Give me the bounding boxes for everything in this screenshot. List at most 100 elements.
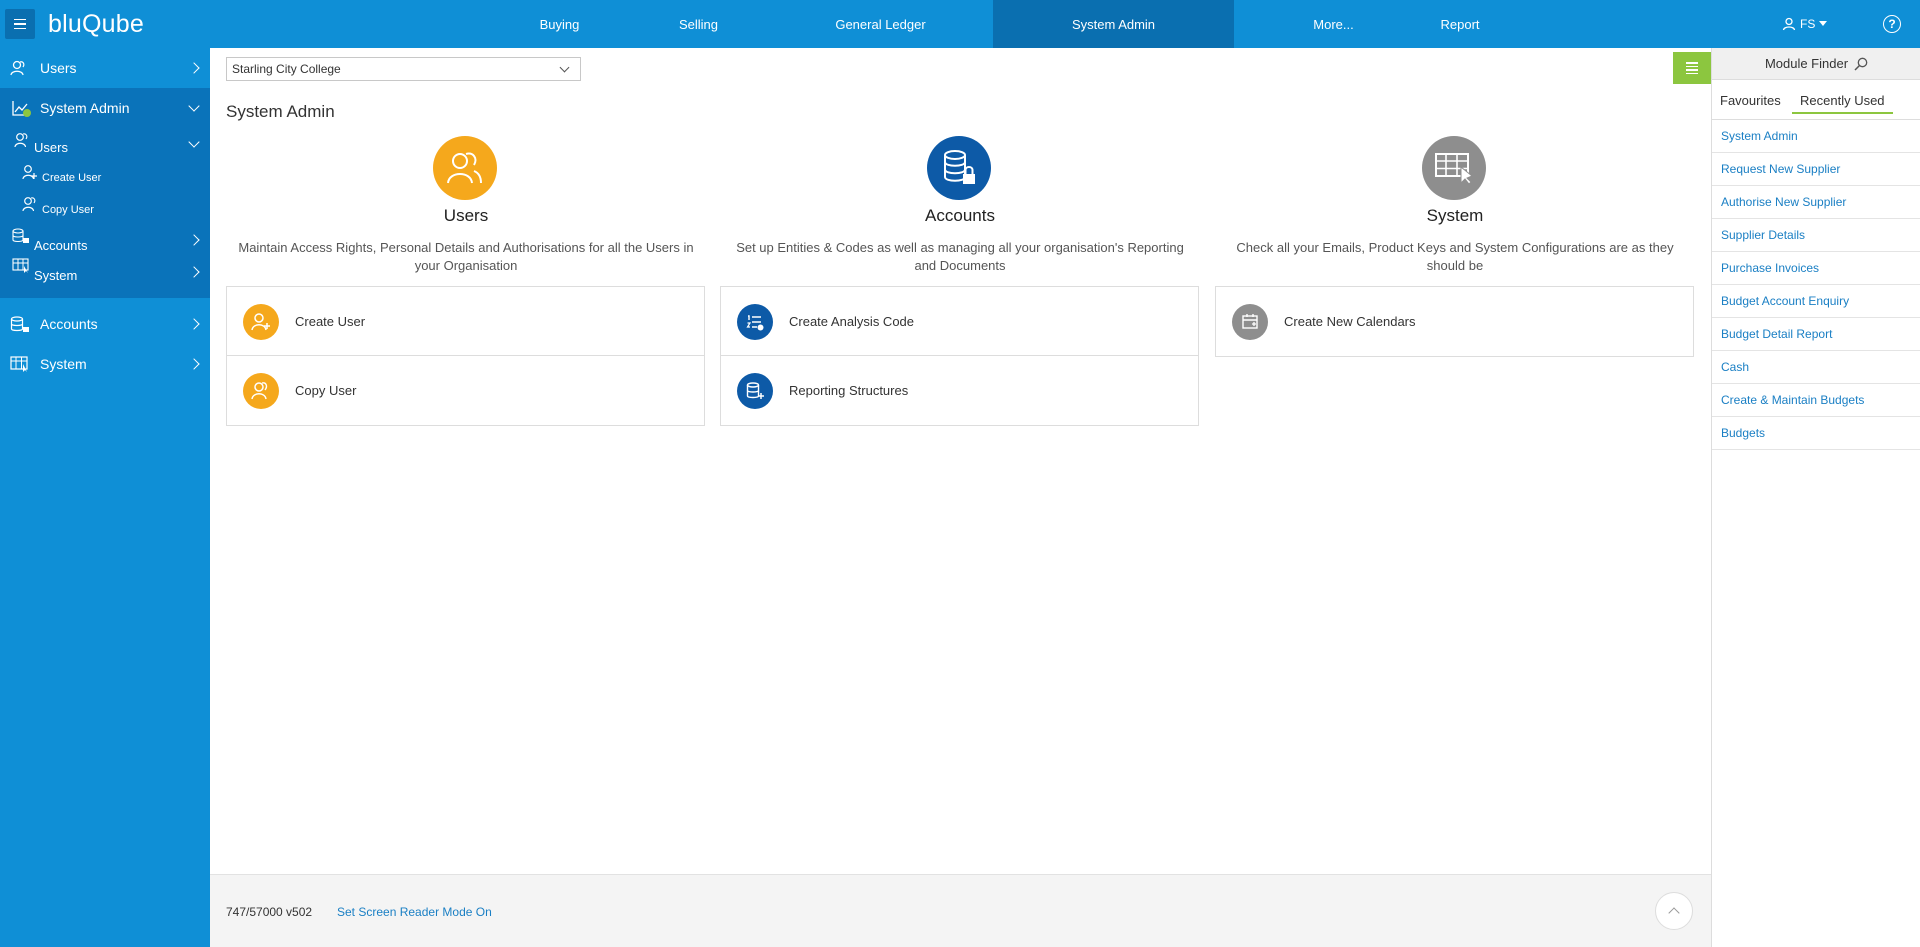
nav-more[interactable]: More... (1234, 0, 1433, 48)
module-link[interactable]: Purchase Invoices (1712, 252, 1920, 285)
tab-favourites[interactable]: Favourites (1720, 93, 1781, 108)
card-item-label: Copy User (295, 383, 357, 398)
column-title: System (1426, 206, 1484, 225)
sidebar-item-sub-system[interactable]: System (0, 256, 210, 288)
database-lock-icon (12, 228, 30, 244)
sidebar-item-create-user[interactable]: Create User (0, 160, 210, 192)
module-link[interactable]: System Admin (1712, 120, 1920, 153)
scroll-to-top-button[interactable] (1655, 892, 1693, 930)
copy-user-link[interactable]: Copy User (227, 356, 704, 425)
user-initials: FS (1800, 17, 1816, 31)
nav-system-admin[interactable]: System Admin (993, 0, 1234, 48)
chevron-right-icon (188, 358, 200, 370)
chevron-right-icon (188, 318, 200, 330)
sidebar-item-users[interactable]: Users (0, 48, 210, 88)
sidebar-item-system[interactable]: System (0, 344, 210, 384)
sidebar-item-sub-accounts[interactable]: Accounts (0, 224, 210, 256)
nav-buying[interactable]: Buying (490, 0, 629, 48)
chevron-right-icon (188, 62, 200, 74)
system-card: Create New Calendars (1215, 286, 1694, 357)
numbered-list-icon (737, 304, 773, 340)
caret-down-icon (1819, 21, 1828, 26)
module-link[interactable]: Budget Account Enquiry (1712, 285, 1920, 318)
create-user-link[interactable]: Create User (227, 287, 704, 356)
organisation-select[interactable]: Starling City College (226, 57, 581, 81)
panel-toggle-button[interactable] (1673, 52, 1711, 84)
module-finder-title: Module Finder (1764, 56, 1849, 71)
nav-report[interactable]: Report (1433, 0, 1487, 48)
sidebar-item-label: Copy User (42, 204, 94, 216)
table-cursor-icon[interactable] (1422, 136, 1486, 200)
user-menu[interactable]: FS (1782, 0, 1828, 48)
module-link[interactable]: Supplier Details (1712, 219, 1920, 252)
chevron-down-icon (559, 62, 570, 73)
recently-used-list: System Admin Request New Supplier Author… (1712, 120, 1920, 450)
add-user-icon (243, 304, 279, 340)
top-nav: Buying Selling General Ledger System Adm… (490, 0, 1487, 48)
hamburger-menu-button[interactable] (0, 0, 39, 48)
create-analysis-code-link[interactable]: Create Analysis Code (721, 287, 1198, 356)
sidebar-item-sub-users[interactable]: Users (0, 128, 210, 160)
module-finder-tabs: Favourites Recently Used (1712, 80, 1920, 120)
column-description: Maintain Access Rights, Personal Details… (238, 240, 694, 273)
menu-icon (4, 9, 35, 39)
module-link[interactable]: Budget Detail Report (1712, 318, 1920, 351)
card-item-label: Create New Calendars (1284, 314, 1416, 329)
sidebar-item-label: Users (34, 140, 68, 155)
module-link[interactable]: Budgets (1712, 417, 1920, 450)
tab-recently-used[interactable]: Recently Used (1792, 93, 1893, 114)
chevron-right-icon (188, 234, 200, 246)
database-lock-icon (10, 316, 30, 333)
module-link[interactable]: Request New Supplier (1712, 153, 1920, 186)
users-card: Create User Copy User (226, 286, 705, 426)
sidebar-item-label: Accounts (40, 316, 98, 332)
reporting-structures-link[interactable]: Reporting Structures (721, 356, 1198, 425)
column-description: Check all your Emails, Product Keys and … (1236, 240, 1674, 273)
chart-icon (12, 100, 32, 118)
database-lock-icon[interactable] (927, 136, 991, 200)
users-icon (10, 60, 28, 76)
sidebar-item-label: System (40, 356, 87, 372)
organisation-select-value: Starling City College (232, 62, 341, 76)
add-user-icon (22, 164, 38, 180)
accounts-card: Create Analysis Code Reporting Structure… (720, 286, 1199, 426)
sidebar-item-label: Accounts (34, 238, 88, 253)
sidebar-submenu: System Admin Users Create User Copy User (0, 88, 210, 298)
table-cursor-icon (12, 258, 30, 274)
column-description: Set up Entities & Codes as well as manag… (736, 240, 1184, 273)
copy-user-icon (22, 196, 38, 212)
chevron-up-icon (1668, 907, 1680, 919)
page-title: System Admin (226, 102, 335, 121)
module-finder-header[interactable]: Module Finder (1712, 48, 1920, 80)
table-cursor-icon (10, 356, 30, 373)
sidebar-item-label: System Admin (40, 100, 130, 116)
card-item-label: Reporting Structures (789, 383, 909, 398)
module-link[interactable]: Cash (1712, 351, 1920, 384)
sidebar-item-label: Create User (42, 172, 102, 184)
version-text: 747/57000 v502 (226, 905, 313, 919)
chevron-right-icon (188, 266, 200, 278)
accounts-column: Accounts Set up Entities & Codes as well… (720, 136, 1200, 426)
card-item-label: Create User (295, 313, 366, 329)
sidebar-item-system-admin[interactable]: System Admin (0, 88, 210, 128)
copy-user-icon (243, 373, 279, 409)
nav-general-ledger[interactable]: General Ledger (768, 0, 993, 48)
sidebar-item-copy-user[interactable]: Copy User (0, 192, 210, 224)
sidebar-item-accounts[interactable]: Accounts (0, 304, 210, 344)
nav-selling[interactable]: Selling (629, 0, 768, 48)
module-link[interactable]: Authorise New Supplier (1712, 186, 1920, 219)
users-icon[interactable] (433, 136, 497, 200)
database-add-icon (737, 373, 773, 409)
module-link[interactable]: Create & Maintain Budgets (1712, 384, 1920, 417)
screen-reader-mode-link[interactable]: Set Screen Reader Mode On (337, 905, 492, 919)
chevron-down-icon (188, 136, 200, 148)
sidebar-item-label: Users (40, 60, 77, 76)
column-title: Users (443, 206, 489, 225)
help-icon[interactable]: ? (1883, 15, 1901, 33)
users-icon (14, 132, 30, 148)
sidebar-item-label: System (34, 268, 78, 283)
chevron-down-icon (188, 100, 200, 112)
sidebar: Users System Admin Users Create User Cop… (0, 48, 210, 947)
create-new-calendars-link[interactable]: Create New Calendars (1216, 287, 1693, 356)
card-item-label: Create Analysis Code (789, 313, 915, 329)
